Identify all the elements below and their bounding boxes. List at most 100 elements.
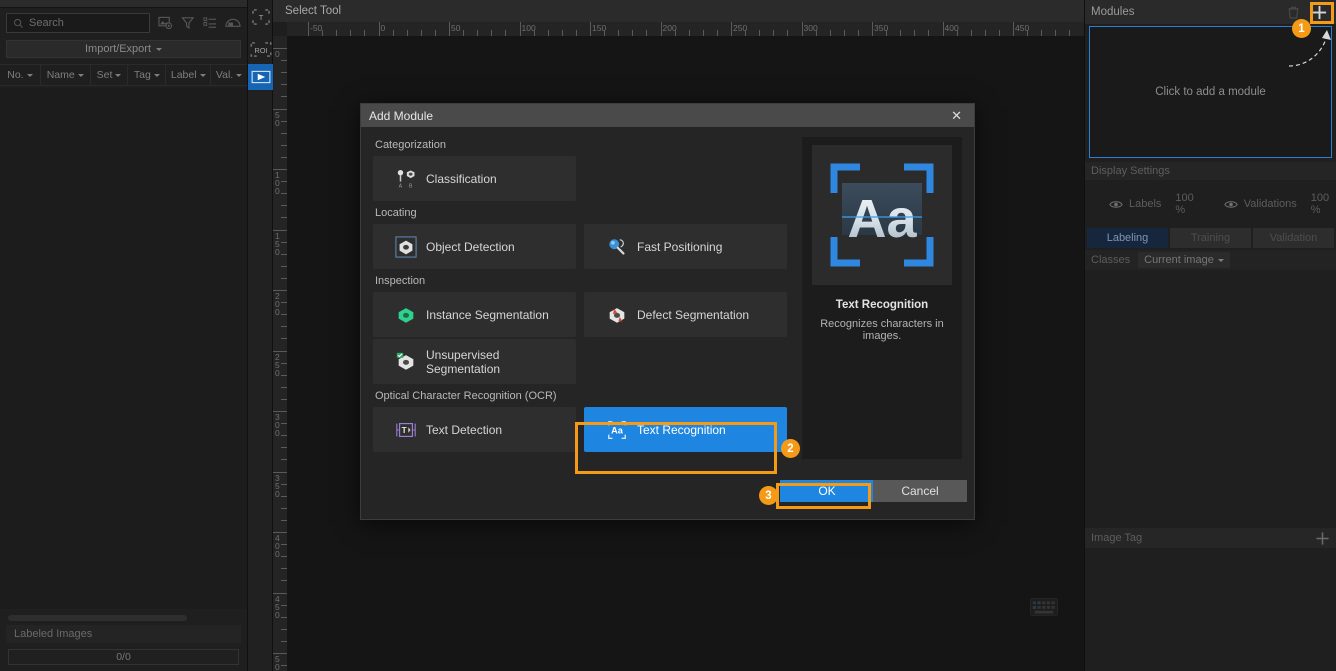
module-card-text-detection[interactable]: T Text Detection — [373, 407, 576, 452]
unsupervised-segmentation-icon — [395, 351, 417, 373]
tool-roi[interactable]: ROI — [248, 34, 273, 64]
svg-text:T: T — [258, 13, 263, 22]
trash-icon[interactable] — [1288, 6, 1299, 19]
tool-select[interactable] — [248, 64, 273, 90]
image-list-hscrollbar[interactable] — [8, 615, 187, 621]
validations-opacity-value: 100 % — [1310, 192, 1330, 216]
fast-positioning-icon — [606, 236, 628, 258]
display-settings-header[interactable]: Display Settings — [1085, 162, 1336, 180]
chevron-down-icon — [77, 73, 84, 77]
add-image-tag-button[interactable] — [1315, 531, 1330, 546]
column-header-set[interactable]: Set — [91, 65, 129, 85]
column-header-tag[interactable]: Tag — [128, 65, 167, 85]
module-card-fast-positioning[interactable]: Fast Positioning — [584, 224, 787, 269]
ruler-label: 50 — [451, 23, 461, 33]
labeled-images-section: Labeled Images — [6, 625, 241, 643]
eye-icon[interactable] — [1224, 200, 1238, 209]
eye-icon[interactable] — [1109, 200, 1123, 209]
list-view-icon[interactable] — [203, 16, 217, 30]
ruler-tick-major — [449, 22, 450, 36]
search-input[interactable]: Search — [6, 13, 150, 33]
cancel-button-label: Cancel — [901, 484, 939, 498]
ruler-label: 500 — [275, 654, 280, 671]
add-module-button[interactable] — [1311, 4, 1328, 21]
ruler-label: 400 — [275, 533, 280, 559]
module-card-text-recognition[interactable]: Aa Text Recognition — [584, 407, 787, 452]
text-detection-icon: T — [395, 419, 417, 441]
ruler-label: 100 — [275, 170, 280, 196]
svg-text:Aa: Aa — [847, 189, 917, 249]
cancel-button[interactable]: Cancel — [873, 480, 967, 502]
validations-label: Validations — [1243, 198, 1297, 210]
left-panel-search-row: Search — [0, 8, 247, 38]
tab-validation[interactable]: Validation — [1253, 228, 1334, 248]
preview-image: Aa — [812, 145, 952, 285]
modules-empty-text: Click to add a module — [1155, 86, 1266, 98]
add-module-dialog: Add Module ✕ Categorization A B Classifi… — [360, 103, 975, 520]
module-card-object-detection[interactable]: Object Detection — [373, 224, 576, 269]
classes-label: Classes — [1091, 254, 1131, 266]
ruler-label: 300 — [275, 412, 280, 438]
import-export-button[interactable]: Import/Export — [6, 40, 241, 58]
module-card-instance-segmentation[interactable]: Instance Segmentation — [373, 292, 576, 337]
search-placeholder: Search — [29, 17, 64, 29]
defect-segmentation-icon — [606, 304, 628, 326]
left-panel-topbar — [0, 0, 247, 8]
image-badge-icon[interactable] — [158, 16, 173, 30]
tab-label: Validation — [1269, 232, 1318, 244]
ruler-tick-major — [801, 22, 803, 36]
group-label-locating: Locating — [375, 207, 417, 219]
module-card-label: Instance Segmentation — [426, 307, 549, 322]
horizontal-ruler: -500501001502002503003504004505 — [287, 22, 1084, 36]
svg-text:A: A — [399, 183, 403, 189]
filter-icon[interactable] — [181, 16, 195, 30]
column-header-name[interactable]: Name — [41, 65, 91, 85]
dialog-body: Categorization A B Classification Locati… — [361, 127, 974, 519]
image-tag-header: Image Tag — [1085, 528, 1336, 548]
module-card-classification[interactable]: A B Classification — [373, 156, 576, 201]
chevron-down-icon — [26, 73, 33, 77]
ruler-label: 0 — [275, 49, 280, 59]
ruler-tick-major — [731, 22, 732, 36]
module-card-label: Unsupervised Segmentation — [426, 347, 501, 376]
ruler-label: 350 — [275, 472, 280, 499]
column-label: Label — [170, 69, 197, 81]
module-card-label: Object Detection — [426, 239, 515, 254]
keyboard-shortcuts-icon[interactable] — [1030, 598, 1058, 619]
tool-text-box[interactable]: T — [248, 0, 273, 34]
ruler-label: 150 — [275, 230, 280, 257]
close-icon[interactable]: ✕ — [947, 108, 966, 124]
column-header-label[interactable]: Label — [166, 65, 212, 85]
classes-scope-value: Current image — [1144, 254, 1214, 266]
tab-training[interactable]: Training — [1170, 228, 1251, 248]
labels-visibility[interactable]: Labels 100 % — [1109, 192, 1194, 216]
module-card-unsupervised-segmentation[interactable]: Unsupervised Segmentation — [373, 339, 576, 384]
modules-title: Modules — [1091, 6, 1135, 18]
ok-button[interactable]: OK — [780, 480, 874, 502]
image-list-panel: Search Import/Export No. Name Set Tag La… — [0, 0, 248, 671]
column-header-val[interactable]: Val. — [211, 65, 247, 85]
chevron-down-icon — [115, 73, 122, 77]
labeled-progress: 0/0 — [8, 649, 239, 665]
dialog-title-bar: Add Module ✕ — [361, 104, 974, 127]
thumbnail-view-icon[interactable] — [225, 16, 241, 30]
ruler-label: 50 — [275, 109, 280, 128]
text-recognition-icon: Aa — [606, 419, 628, 441]
svg-text:ROI: ROI — [254, 45, 267, 54]
column-header-no[interactable]: No. — [0, 65, 41, 85]
application-window: Search Import/Export No. Name Set Tag La… — [0, 0, 1336, 671]
classes-scope-dropdown[interactable]: Current image — [1138, 252, 1230, 268]
import-export-label: Import/Export — [84, 43, 152, 55]
module-card-defect-segmentation[interactable]: Defect Segmentation — [584, 292, 787, 337]
image-list[interactable] — [0, 88, 247, 609]
display-settings-title: Display Settings — [1091, 165, 1170, 177]
ruler-tick-major — [872, 22, 873, 36]
ruler-tick-major — [590, 22, 591, 36]
svg-text:Aa: Aa — [611, 425, 624, 435]
ok-button-label: OK — [818, 484, 836, 498]
classification-icon: A B — [395, 168, 417, 190]
search-icon — [13, 18, 24, 29]
chevron-down-icon — [156, 47, 163, 51]
tab-labeling[interactable]: Labeling — [1087, 228, 1168, 248]
validations-visibility[interactable]: Validations 100 % — [1224, 192, 1329, 216]
